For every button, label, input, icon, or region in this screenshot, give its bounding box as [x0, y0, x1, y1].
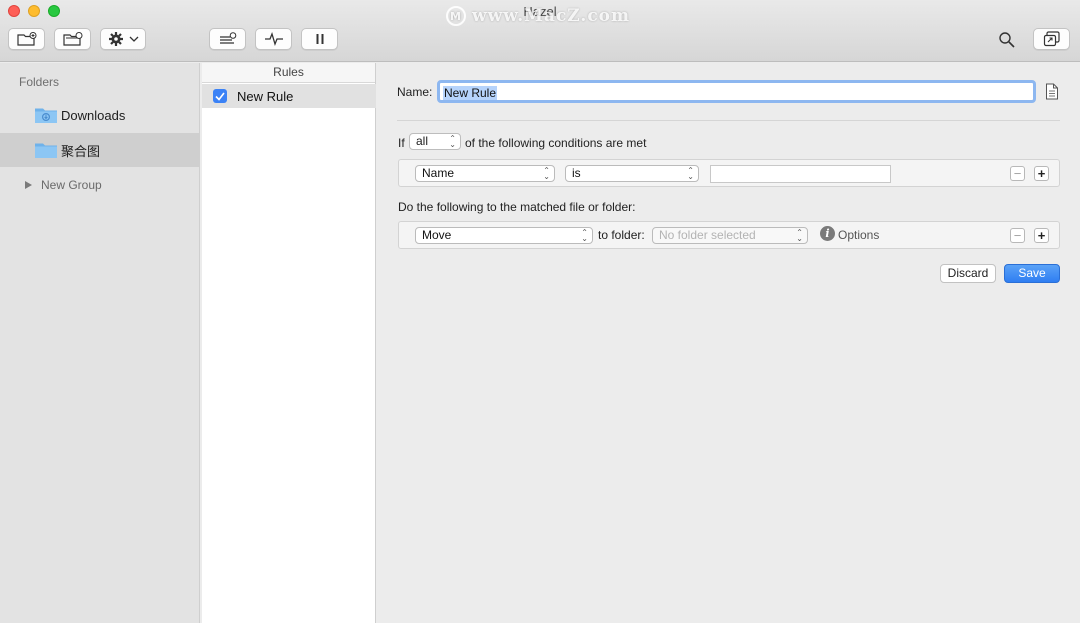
updown-chevron-icon: ⌃ ⌄	[543, 166, 550, 181]
sidebar-item-downloads[interactable]: Downloads	[0, 98, 200, 132]
target-folder-placeholder: No folder selected	[659, 228, 756, 242]
activity-pulse-icon	[264, 32, 283, 46]
condition-attribute-select[interactable]: Name ⌃ ⌄	[415, 165, 555, 182]
disclosure-triangle-icon[interactable]	[25, 181, 32, 189]
rule-row[interactable]: New Rule	[202, 84, 376, 108]
list-add-icon	[219, 32, 236, 44]
watermark-text: www.MacZ.com	[472, 6, 631, 26]
conditions-description: of the following conditions are met	[465, 136, 647, 150]
action-type-value: Move	[422, 228, 452, 242]
checkmark-icon	[215, 92, 225, 101]
chevron-down-icon	[129, 36, 138, 42]
action-type-select[interactable]: Move ⌃ ⌄	[415, 227, 593, 244]
folder-settings-icon	[62, 32, 82, 46]
divider	[397, 120, 1060, 121]
new-folder-button[interactable]	[8, 28, 45, 50]
condition-attribute-value: Name	[422, 166, 455, 180]
rules-header: Rules	[202, 63, 375, 83]
plus-icon: +	[1037, 166, 1046, 181]
add-condition-button[interactable]: +	[1034, 166, 1049, 181]
rules-list: Rules New Rule	[202, 63, 376, 623]
folder-icon	[34, 141, 58, 159]
updown-chevron-icon: ⌃ ⌄	[687, 166, 694, 181]
sidebar-item-label: Downloads	[61, 107, 126, 123]
folders-sidebar: Folders Downloads 聚合图 New Group	[0, 63, 200, 623]
search-icon	[999, 32, 1015, 48]
window-titlebar: Hazel M www.MacZ.com	[0, 0, 1080, 62]
rule-editor: Name: New Rule If all ⌃ ⌄ of the followin…	[377, 63, 1080, 623]
rule-name-input[interactable]: New Rule	[437, 80, 1036, 103]
condition-operator-value: is	[572, 166, 581, 180]
downloads-folder-icon	[34, 106, 58, 124]
match-mode-select[interactable]: all ⌃ ⌄	[409, 133, 461, 150]
sidebar-group-new-group[interactable]: New Group	[0, 175, 200, 195]
to-folder-label: to folder:	[598, 228, 645, 242]
watermark-logo-icon: M	[446, 6, 466, 26]
save-button[interactable]: Save	[1004, 264, 1060, 283]
preview-button[interactable]	[1033, 28, 1070, 50]
folder-action-button[interactable]	[54, 28, 91, 50]
condition-row: Name ⌃ ⌄ is ⌃ ⌄ − +	[398, 159, 1060, 187]
minus-icon: −	[1013, 228, 1022, 243]
info-icon[interactable]: i	[820, 226, 835, 241]
updown-chevron-icon: ⌃ ⌄	[449, 134, 456, 149]
if-label: If	[398, 136, 405, 150]
minus-icon: −	[1013, 166, 1022, 181]
gear-icon	[108, 32, 123, 46]
watermark: M www.MacZ.com	[446, 6, 630, 26]
updown-chevron-icon: ⌃ ⌄	[581, 228, 588, 243]
match-mode-value: all	[416, 134, 429, 148]
condition-value-input[interactable]	[710, 165, 891, 183]
sidebar-item-label: 聚合图	[61, 143, 101, 159]
action-row: Move ⌃ ⌄ No folder selected ⌃ ⌄ − +	[398, 221, 1060, 249]
add-folder-icon	[16, 32, 36, 46]
search-button[interactable]	[998, 31, 1016, 49]
activity-button[interactable]	[255, 28, 292, 50]
target-folder-select[interactable]: No folder selected ⌃ ⌄	[652, 227, 808, 244]
condition-operator-select[interactable]: is ⌃ ⌄	[565, 165, 699, 182]
sidebar-item-collection[interactable]: 聚合图	[0, 133, 200, 167]
name-label: Name:	[397, 85, 433, 99]
rule-label: New Rule	[237, 88, 294, 104]
plus-icon: +	[1037, 228, 1046, 243]
document-icon[interactable]	[1045, 83, 1059, 103]
rule-list-button[interactable]	[209, 28, 246, 50]
actions-label: Do the following to the matched file or …	[398, 200, 636, 214]
rule-enabled-checkbox[interactable]	[213, 89, 227, 103]
add-action-button[interactable]: +	[1034, 228, 1049, 243]
pause-button[interactable]	[301, 28, 338, 50]
updown-chevron-icon: ⌃ ⌄	[796, 228, 803, 243]
pause-icon	[316, 34, 323, 44]
discard-button[interactable]: Discard	[940, 264, 996, 283]
group-label: New Group	[41, 178, 102, 192]
options-link[interactable]: Options	[838, 228, 879, 242]
sidebar-heading: Folders	[19, 75, 60, 89]
settings-menu-button[interactable]	[100, 28, 146, 50]
remove-action-button[interactable]: −	[1010, 228, 1025, 243]
rule-name-value: New Rule	[443, 86, 498, 100]
preview-window-icon	[1043, 31, 1060, 47]
remove-condition-button[interactable]: −	[1010, 166, 1025, 181]
